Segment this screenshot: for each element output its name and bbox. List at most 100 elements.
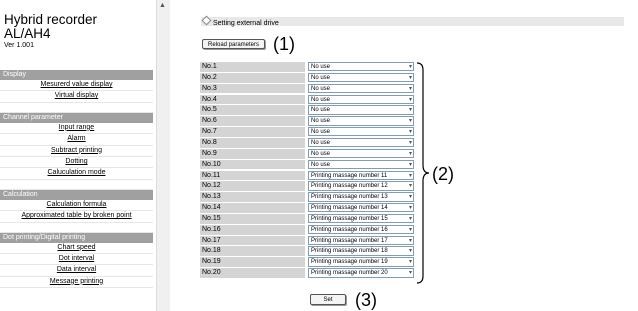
chevron-down-icon[interactable]: ▾ [409, 247, 412, 254]
drive-select-value: No use [311, 74, 331, 81]
chevron-down-icon[interactable]: ▾ [409, 128, 412, 135]
drive-select-value: Printing massage number 17 [311, 237, 388, 244]
sidebar-section-title: Channel parameter [0, 112, 153, 123]
drive-select[interactable]: Printing massage number 16 ▾ [308, 224, 414, 235]
chevron-down-icon[interactable]: ▾ [409, 85, 412, 92]
row-label: No.8 [200, 137, 305, 148]
drive-select[interactable]: No use ▾ [308, 148, 414, 159]
chevron-down-icon[interactable]: ▾ [409, 237, 412, 244]
page-heading: Setting external drive [201, 15, 624, 27]
drive-select-value: No use [311, 85, 331, 92]
drive-select-value: Printing massage number 16 [311, 226, 388, 233]
chevron-down-icon[interactable]: ▾ [409, 63, 412, 70]
row-label: No.17 [200, 235, 305, 246]
chevron-down-icon[interactable]: ▾ [409, 74, 412, 81]
callout-3: (3) [355, 290, 377, 310]
drive-select-value: No use [311, 129, 331, 136]
chevron-down-icon[interactable]: ▾ [409, 182, 412, 189]
callout-1: (1) [273, 34, 295, 54]
drive-select[interactable]: Printing massage number 18 ▾ [308, 246, 414, 256]
chevron-down-icon[interactable]: ▾ [409, 204, 412, 211]
chevron-down-icon[interactable]: ▾ [409, 215, 412, 222]
callout-2: (2) [432, 164, 454, 184]
sidebar-link[interactable]: Dot interval [0, 254, 153, 266]
drive-select[interactable]: No use ▾ [308, 137, 414, 148]
row-label: No.19 [200, 257, 305, 268]
chevron-down-icon[interactable]: ▾ [409, 150, 412, 157]
drive-select[interactable]: No use ▾ [308, 116, 414, 126]
chevron-down-icon[interactable]: ▾ [409, 117, 412, 124]
sidebar-link[interactable]: Mesurerd value display [0, 80, 153, 92]
drive-select[interactable]: Printing massage number 14 ▾ [308, 203, 414, 213]
row-label: No.2 [200, 72, 305, 83]
row-label: No.3 [200, 83, 305, 94]
drive-select[interactable]: Printing massage number 19 ▾ [308, 257, 414, 267]
sidebar-menu: Display Mesurerd value display Virtual dis… [0, 70, 153, 289]
drive-select-value: Printing massage number 11 [311, 172, 388, 179]
sidebar-link[interactable]: Subtract printing [0, 146, 153, 157]
chevron-down-icon[interactable]: ▾ [409, 226, 412, 233]
sidebar-link[interactable]: Chart speed [0, 243, 153, 254]
sidebar-section-title: Calculation [0, 189, 153, 200]
main-content: Setting external drive Reload parameters… [170, 0, 638, 311]
page-heading-text: Setting external drive [213, 20, 279, 27]
row-label: No.7 [200, 127, 305, 137]
drive-select[interactable]: No use ▾ [308, 62, 414, 72]
app-title: Hybrid recorder [4, 12, 98, 27]
chevron-down-icon[interactable]: ▾ [409, 258, 412, 265]
sidebar-link[interactable]: Alarm [0, 134, 153, 146]
sidebar-link[interactable]: Input range [0, 123, 153, 135]
drive-select[interactable]: No use ▾ [308, 105, 414, 115]
row-label: No.9 [200, 148, 305, 159]
scroll-up-icon[interactable]: ▲ [159, 2, 166, 9]
row-label: No.10 [200, 159, 305, 170]
chevron-down-icon[interactable]: ▾ [409, 139, 412, 146]
sidebar-link[interactable]: Virtual display [0, 91, 153, 103]
drive-select-value: No use [311, 150, 331, 157]
sidebar-link[interactable]: Dotting [0, 157, 153, 169]
drive-select-value: Printing massage number 18 [311, 248, 388, 255]
chevron-down-icon[interactable]: ▾ [409, 172, 412, 179]
drive-select[interactable]: No use ▾ [308, 159, 414, 170]
drive-select[interactable]: No use ▾ [308, 127, 414, 137]
sidebar-link[interactable]: Calculation formula [0, 200, 153, 212]
app-version: Ver 1.001 [4, 42, 34, 49]
chevron-down-icon[interactable]: ▾ [409, 161, 412, 168]
chevron-down-icon[interactable]: ▾ [409, 193, 412, 200]
sidebar-link[interactable]: Approximated table by broken point [0, 211, 153, 223]
sidebar: Hybrid recorder AL/AH4 Ver 1.001 Display… [0, 0, 155, 311]
drive-select-value: Printing massage number 13 [311, 194, 388, 201]
sidebar-scrollbar[interactable]: ▲ [156, 0, 170, 311]
chevron-down-icon[interactable]: ▾ [409, 96, 412, 103]
sidebar-link[interactable]: Caluculation mode [0, 168, 153, 180]
set-button[interactable]: Set [310, 294, 346, 305]
drive-select-value: No use [311, 96, 331, 103]
sidebar-spacer [0, 103, 153, 113]
row-label: No.13 [200, 192, 305, 202]
row-label: No.14 [200, 203, 305, 213]
sidebar-spacer [0, 223, 153, 233]
drive-select[interactable]: Printing massage number 20 ▾ [308, 268, 414, 278]
row-label: No.12 [200, 181, 305, 192]
drive-select-value: Printing massage number 19 [311, 259, 388, 266]
sidebar-link[interactable]: Message printing [0, 277, 153, 289]
drive-select[interactable]: Printing massage number 15 ▾ [308, 213, 414, 224]
drive-select-value: No use [311, 64, 331, 70]
drive-select[interactable]: No use ▾ [308, 94, 414, 104]
sidebar-spacer [0, 180, 153, 190]
drive-select[interactable]: Printing massage number 13 ▾ [308, 192, 414, 202]
drive-select[interactable]: No use ▾ [308, 72, 414, 83]
drive-select-value: No use [311, 118, 331, 125]
sidebar-section-title: Display [0, 70, 153, 80]
row-label: No.5 [200, 105, 305, 116]
group-brace [416, 62, 430, 284]
chevron-down-icon[interactable]: ▾ [409, 106, 412, 113]
drive-select[interactable]: No use ▾ [308, 83, 414, 94]
sidebar-link[interactable]: Data interval [0, 265, 153, 277]
drive-select[interactable]: Printing massage number 12 ▾ [308, 181, 414, 191]
drive-select[interactable]: Printing massage number 17 ▾ [308, 235, 414, 245]
reload-parameters-button[interactable]: Reload parameters [202, 39, 265, 49]
chevron-down-icon[interactable]: ▾ [409, 269, 412, 276]
row-label: No.6 [200, 116, 305, 127]
drive-select[interactable]: Printing massage number 11 ▾ [308, 170, 414, 180]
